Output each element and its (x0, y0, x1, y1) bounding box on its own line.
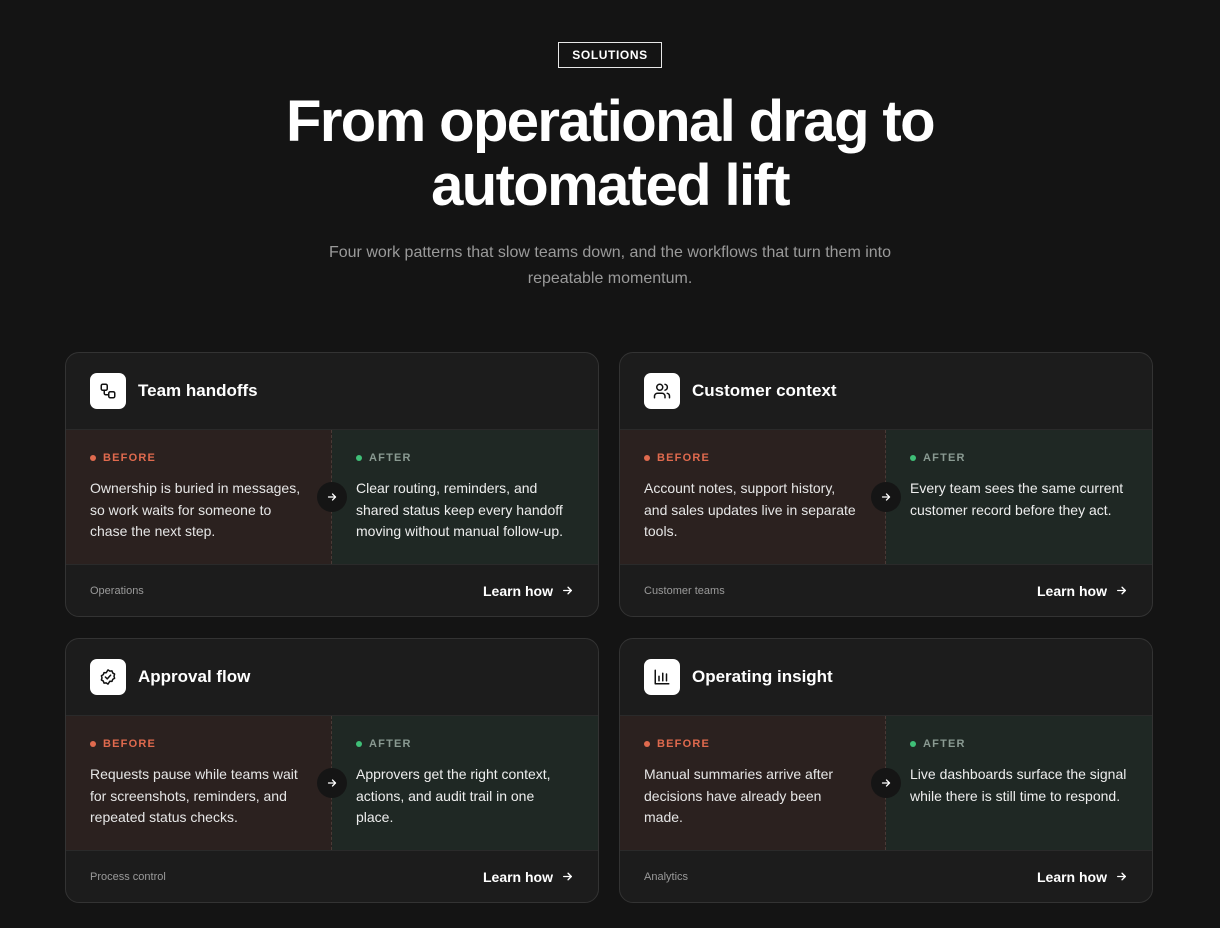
card-title: Operating insight (692, 667, 833, 686)
bar-chart-icon (644, 659, 680, 695)
page-title-line-2: automated lift (431, 153, 790, 218)
category-tag: Operations (90, 584, 144, 597)
card-title: Approval flow (138, 667, 251, 686)
before-dot (90, 741, 96, 747)
before-dot (644, 455, 650, 461)
before-panel: BEFORE Ownership is buried in messages, … (66, 430, 332, 564)
solution-card-operating-insight: Operating insight BEFORE Manual summarie… (619, 638, 1153, 903)
hero-section: SOLUTIONS From operational drag to autom… (0, 0, 1220, 292)
solution-card-customer-context: Customer context BEFORE Account notes, s… (619, 352, 1153, 617)
learn-how-label: Learn how (1036, 582, 1107, 599)
category-tag: Process control (90, 870, 166, 883)
page-title-line-1: From operational drag to (286, 89, 936, 154)
before-label: BEFORE (644, 452, 861, 464)
before-label-text: BEFORE (103, 738, 157, 750)
learn-how-link[interactable]: Learn how (483, 583, 574, 599)
before-panel: BEFORE Requests pause while teams wait f… (66, 716, 332, 850)
before-after-comparison: BEFORE Requests pause while teams wait f… (66, 716, 598, 850)
after-panel: AFTER Every team sees the same current c… (886, 430, 1152, 564)
before-text: Ownership is buried in messages, so work… (90, 480, 301, 539)
arrow-right-icon (563, 586, 572, 595)
after-label-text: AFTER (923, 452, 966, 464)
arrow-right-icon (317, 768, 347, 798)
after-dot (356, 455, 362, 461)
learn-how-label: Learn how (482, 582, 553, 599)
learn-how-link[interactable]: Learn how (483, 869, 574, 885)
workflow-icon (90, 373, 126, 409)
arrow-right-icon (563, 872, 572, 881)
before-text: Account notes, support history, and sale… (644, 480, 856, 539)
before-label: BEFORE (644, 738, 861, 750)
category-tag: Customer teams (644, 584, 725, 597)
card-header: Approval flow (66, 639, 598, 716)
after-label: AFTER (910, 452, 1128, 464)
after-label: AFTER (910, 738, 1128, 750)
before-after-comparison: BEFORE Ownership is buried in messages, … (66, 430, 598, 564)
before-dot (90, 455, 96, 461)
solutions-grid: Team handoffs BEFORE Ownership is buried… (65, 352, 1153, 903)
after-dot (910, 455, 916, 461)
after-label-text: AFTER (369, 452, 412, 464)
arrow-right-icon (871, 768, 901, 798)
after-label-text: AFTER (923, 738, 966, 750)
card-footer: Analytics Learn how (620, 850, 1152, 902)
after-panel: AFTER Approvers get the right context, a… (332, 716, 598, 850)
before-panel: BEFORE Manual summaries arrive after dec… (620, 716, 886, 850)
after-label: AFTER (356, 452, 574, 464)
after-dot (356, 741, 362, 747)
solution-card-team-handoffs: Team handoffs BEFORE Ownership is buried… (65, 352, 599, 617)
before-label-text: BEFORE (657, 452, 711, 464)
after-text: Approvers get the right context, actions… (356, 766, 551, 825)
card-footer: Operations Learn how (66, 564, 598, 616)
before-after-comparison: BEFORE Account notes, support history, a… (620, 430, 1152, 564)
after-label: AFTER (356, 738, 574, 750)
card-header: Operating insight (620, 639, 1152, 716)
section-badge: SOLUTIONS (558, 42, 662, 68)
before-text: Manual summaries arrive after decisions … (644, 766, 834, 825)
page-subtitle: Four work patterns that slow teams down,… (328, 244, 892, 287)
card-header: Customer context (620, 353, 1152, 430)
before-panel: BEFORE Account notes, support history, a… (620, 430, 886, 564)
before-after-comparison: BEFORE Manual summaries arrive after dec… (620, 716, 1152, 850)
arrow-right-icon (1117, 872, 1126, 881)
learn-how-label: Learn how (1036, 868, 1107, 885)
arrow-right-icon (317, 482, 347, 512)
card-header: Team handoffs (66, 353, 598, 430)
solution-card-approval-flow: Approval flow BEFORE Requests pause whil… (65, 638, 599, 903)
after-label-text: AFTER (369, 738, 412, 750)
after-text: Live dashboards surface the signal while… (910, 766, 1127, 804)
learn-how-link[interactable]: Learn how (1037, 869, 1128, 885)
learn-how-link[interactable]: Learn how (1037, 583, 1128, 599)
card-footer: Process control Learn how (66, 850, 598, 902)
card-title: Team handoffs (138, 381, 258, 400)
before-label: BEFORE (90, 738, 307, 750)
before-label: BEFORE (90, 452, 307, 464)
badge-check-icon (90, 659, 126, 695)
users-icon (644, 373, 680, 409)
card-title: Customer context (692, 381, 837, 400)
before-label-text: BEFORE (657, 738, 711, 750)
learn-how-label: Learn how (482, 868, 553, 885)
before-label-text: BEFORE (103, 452, 157, 464)
arrow-right-icon (1117, 586, 1126, 595)
before-dot (644, 741, 650, 747)
page-title: From operational drag to automated lift (0, 90, 1220, 218)
before-text: Requests pause while teams wait for scre… (90, 766, 298, 825)
after-text: Clear routing, reminders, and shared sta… (356, 480, 563, 539)
category-tag: Analytics (644, 870, 689, 883)
after-dot (910, 741, 916, 747)
card-footer: Customer teams Learn how (620, 564, 1152, 616)
after-panel: AFTER Clear routing, reminders, and shar… (332, 430, 598, 564)
arrow-right-icon (871, 482, 901, 512)
after-text: Every team sees the same current custome… (910, 480, 1124, 518)
after-panel: AFTER Live dashboards surface the signal… (886, 716, 1152, 850)
